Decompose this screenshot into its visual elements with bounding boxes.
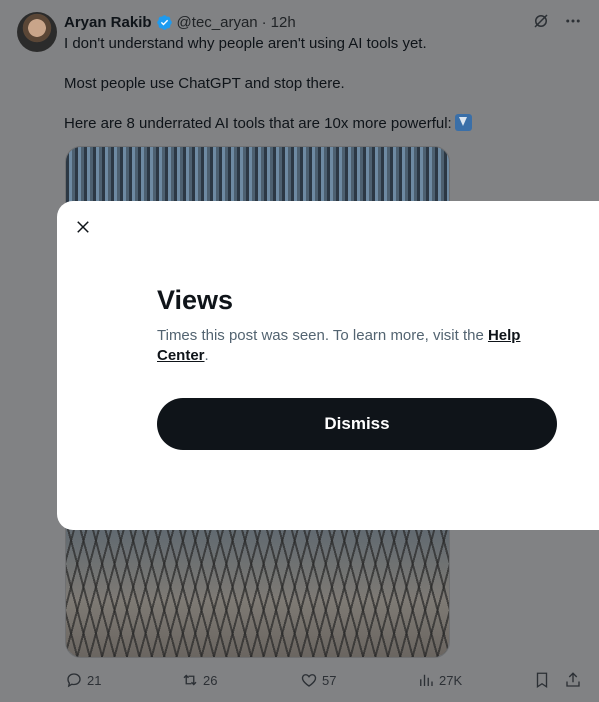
dialog-body: Times this post was seen. To learn more,… [157, 326, 547, 366]
reply-button[interactable]: 21 [65, 668, 101, 692]
tweet-header: Aryan Rakib @tec_aryan · 12h [64, 11, 296, 33]
repost-button[interactable]: 26 [181, 668, 217, 692]
like-count: 57 [322, 672, 337, 688]
author-name[interactable]: Aryan Rakib [64, 14, 152, 31]
share-icon [566, 672, 580, 687]
dialog-title: Views [157, 285, 234, 315]
dialog-body-text: Times this post was seen. To learn more,… [157, 327, 488, 344]
author-handle[interactable]: @tec_aryan [177, 14, 258, 31]
bookmark-button[interactable] [533, 668, 551, 692]
repost-count: 26 [203, 672, 218, 688]
repost-icon [183, 674, 197, 686]
views-info-dialog: Views Times this post was seen. To learn… [57, 201, 599, 530]
tweet-text-line-3: Here are 8 underrated AI tools that are … [64, 114, 584, 134]
heart-icon [301, 674, 317, 687]
reply-icon [67, 673, 81, 688]
header-separator: · [261, 13, 267, 31]
tweet-text-line-2: Most people use ChatGPT and stop there. [64, 75, 345, 92]
top-icons [532, 12, 582, 30]
avatar[interactable] [17, 12, 57, 52]
views-chart-icon [420, 674, 433, 686]
close-icon [77, 221, 89, 233]
more-icon[interactable] [564, 12, 582, 30]
views-count: 27K [439, 672, 463, 688]
share-button[interactable] [564, 668, 582, 692]
tweet-text-line-1: I don't understand why people aren't usi… [64, 35, 427, 52]
tweet-text-line-3-text: Here are 8 underrated AI tools that are … [64, 115, 452, 132]
post-time[interactable]: 12h [271, 14, 296, 31]
dismiss-button[interactable]: Dismiss [157, 398, 557, 450]
like-button[interactable]: 57 [300, 668, 336, 692]
down-arrow-emoji-icon [454, 114, 472, 131]
reply-count: 21 [87, 672, 102, 688]
dialog-body-suffix: . [204, 347, 209, 364]
action-bar: 21 26 57 27K [0, 668, 599, 692]
close-button[interactable] [73, 217, 93, 237]
verified-badge-icon [156, 14, 172, 30]
grok-icon[interactable] [532, 12, 550, 30]
bookmark-icon [536, 672, 548, 689]
media-rail-tracks [66, 517, 449, 657]
views-button[interactable]: 27K [417, 668, 462, 692]
